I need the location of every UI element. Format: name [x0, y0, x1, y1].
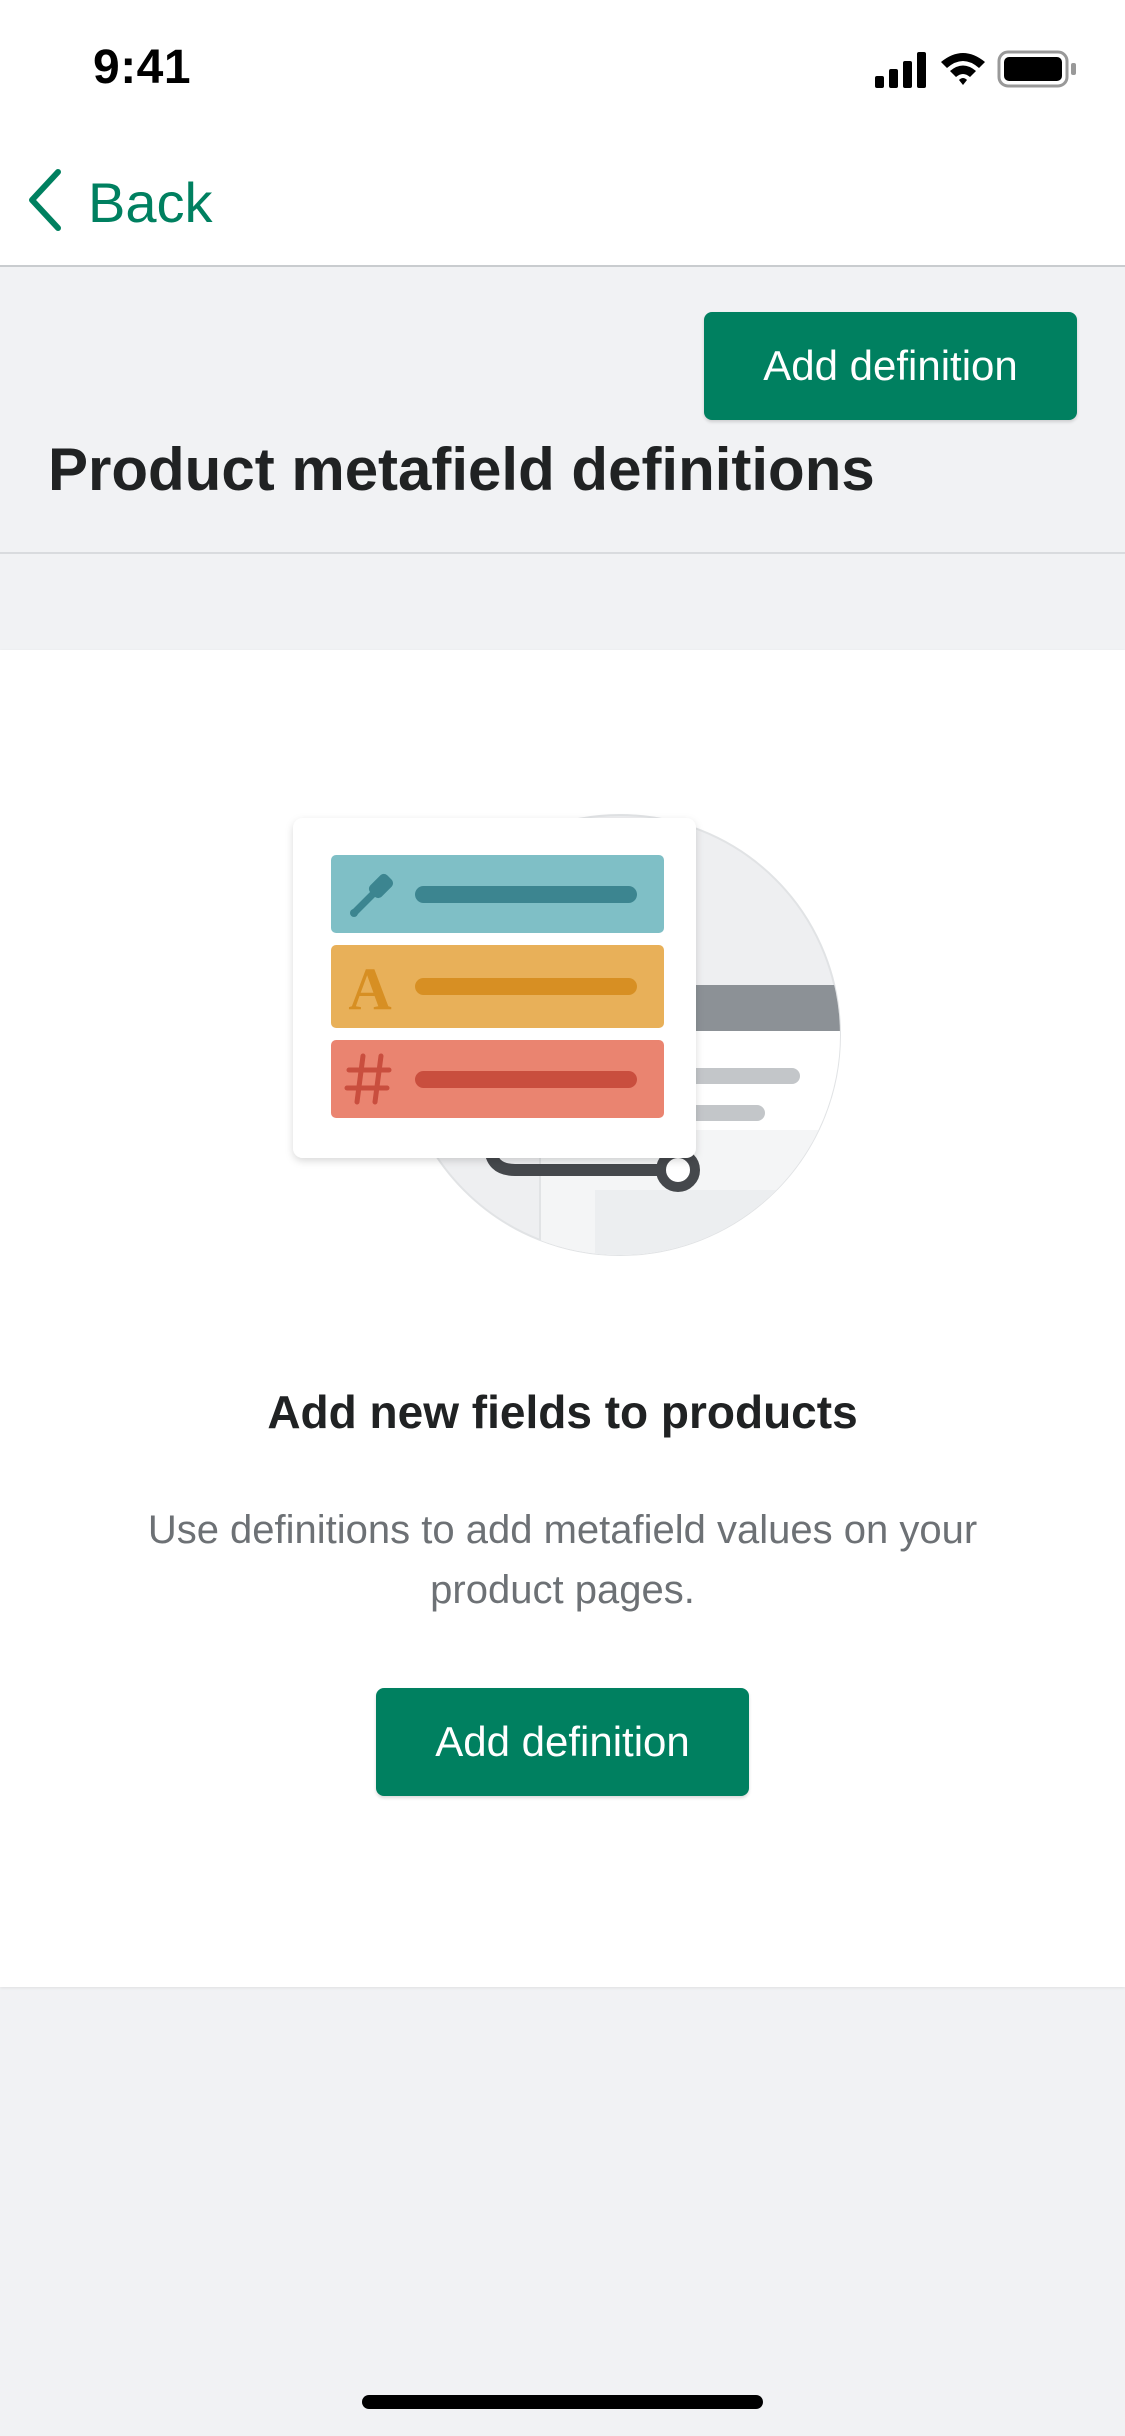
- page-title: Product metafield definitions: [48, 436, 875, 503]
- status-time: 9:41: [93, 41, 192, 94]
- status-icons: [875, 48, 1085, 92]
- empty-state-card: A Add new fields to products Use definit…: [0, 650, 1125, 1987]
- fields-card: A: [293, 818, 696, 1158]
- page-header: Add definition Product metafield definit…: [0, 267, 1125, 554]
- add-definition-header-button[interactable]: Add definition: [704, 312, 1077, 420]
- status-bar: 9:41: [0, 0, 1125, 140]
- empty-state-description: Use definitions to add metafield values …: [147, 1508, 978, 1612]
- metafield-illustration: A: [275, 800, 875, 1280]
- home-indicator[interactable]: [362, 2395, 763, 2409]
- back-button[interactable]: Back: [26, 162, 213, 242]
- navigation-bar: Back: [0, 140, 1125, 267]
- chevron-left-icon: [26, 168, 62, 237]
- add-definition-button[interactable]: Add definition: [376, 1688, 749, 1796]
- empty-state-heading: Add new fields to products: [267, 1386, 858, 1438]
- letter-a-icon: A: [348, 956, 391, 1022]
- battery-icon: [997, 50, 1076, 88]
- cellular-signal-icon: [875, 52, 926, 88]
- back-label: Back: [88, 170, 213, 234]
- wifi-icon: [941, 53, 985, 85]
